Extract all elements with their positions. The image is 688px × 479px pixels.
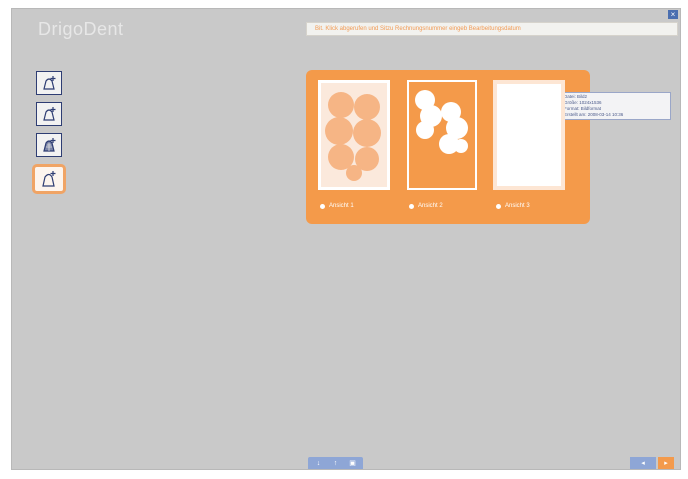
radio-icon bbox=[409, 203, 414, 209]
tooltip-line: Erstellt am: 2008-03-14 10:36 bbox=[564, 112, 624, 117]
download-button[interactable]: ↓ bbox=[314, 460, 323, 468]
notice-text: Bit. Klick abgerufen und Sitzu Rechnungs… bbox=[315, 26, 521, 32]
nav-buttons: ◂ ▸ bbox=[630, 457, 674, 469]
radio-icon bbox=[320, 203, 325, 209]
app-window: DrigoDent Bit. Klick abgerufen und Sitzu… bbox=[11, 8, 681, 470]
thumbnail-label-2[interactable]: Ansicht 2 bbox=[409, 203, 443, 209]
chevron-right-icon: ▸ bbox=[664, 460, 668, 467]
thumbnail-1[interactable] bbox=[318, 80, 390, 190]
thumbnail-label-1[interactable]: Ansicht 1 bbox=[320, 203, 354, 209]
tool-button-4[interactable] bbox=[32, 164, 66, 194]
back-button[interactable]: ◂ bbox=[630, 457, 656, 469]
bell-plus-icon bbox=[42, 171, 56, 187]
dental-image-1 bbox=[321, 83, 387, 187]
forward-button[interactable]: ▸ bbox=[658, 457, 674, 469]
tool-button-3[interactable] bbox=[36, 133, 62, 157]
close-button[interactable]: × bbox=[668, 10, 678, 19]
bell-plus-icon bbox=[43, 76, 56, 90]
thumbnail-label-text: Ansicht 1 bbox=[329, 203, 354, 209]
thumbnail-label-text: Ansicht 3 bbox=[505, 203, 530, 209]
notice-bar: Bit. Klick abgerufen und Sitzu Rechnungs… bbox=[306, 22, 678, 36]
bell-plus-icon bbox=[43, 107, 56, 121]
app-title: DrigoDent bbox=[38, 19, 124, 39]
bottom-toolbar: ↓ ↑ ▣ bbox=[308, 457, 363, 469]
radio-icon bbox=[496, 203, 501, 209]
image-button[interactable]: ▣ bbox=[348, 460, 357, 468]
upload-button[interactable]: ↑ bbox=[331, 460, 340, 468]
tool-button-1[interactable] bbox=[36, 71, 62, 95]
thumbnail-2[interactable]: Datei: Bild2 Größe: 1024x1536 Format: Bi… bbox=[407, 80, 671, 190]
image-panel: Datei: Bild2 Größe: 1024x1536 Format: Bi… bbox=[306, 70, 671, 224]
tool-sidebar bbox=[32, 71, 66, 201]
bell-grid-icon bbox=[43, 138, 56, 152]
dental-image-2 bbox=[409, 82, 475, 188]
tool-button-2[interactable] bbox=[36, 102, 62, 126]
thumbnail-label-text: Ansicht 2 bbox=[418, 203, 443, 209]
thumbnail-3[interactable] bbox=[493, 80, 565, 190]
chevron-left-icon: ◂ bbox=[641, 460, 645, 467]
close-icon: × bbox=[670, 10, 676, 19]
image-info-tooltip: Datei: Bild2 Größe: 1024x1536 Format: Bi… bbox=[561, 92, 671, 120]
thumbnail-label-3[interactable]: Ansicht 3 bbox=[496, 203, 530, 209]
